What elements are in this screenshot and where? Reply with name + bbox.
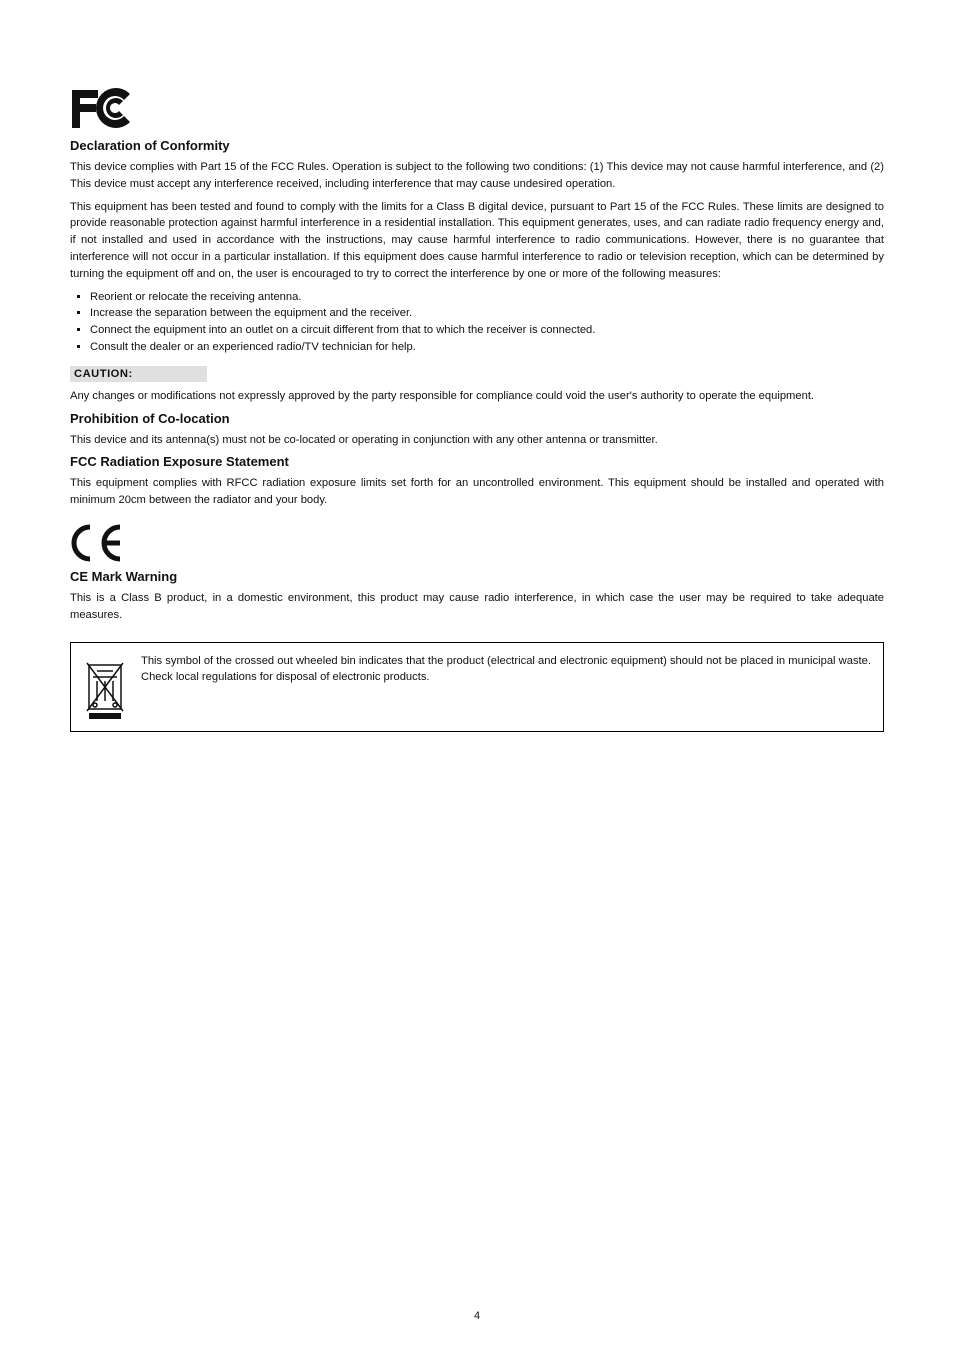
fcc-declaration-title: Declaration of Conformity [70, 138, 884, 153]
weee-notice-box: This symbol of the crossed out wheeled b… [70, 642, 884, 732]
page-number: 4 [0, 1310, 954, 1322]
list-item: Connect the equipment into an outlet on … [90, 322, 884, 339]
fcc-logo-icon [70, 84, 884, 132]
fcc-paragraph-1: This device complies with Part 15 of the… [70, 159, 884, 193]
prohibition-text: This device and its antenna(s) must not … [70, 432, 884, 449]
fcc-paragraph-2: This equipment has been tested and found… [70, 199, 884, 283]
weee-text: This symbol of the crossed out wheeled b… [141, 653, 871, 687]
ce-logo-icon [70, 523, 884, 563]
caution-text: Any changes or modifications not express… [70, 388, 884, 405]
exposure-title: FCC Radiation Exposure Statement [70, 454, 884, 469]
ce-title: CE Mark Warning [70, 569, 884, 584]
prohibition-title: Prohibition of Co-location [70, 411, 884, 426]
caution-label: CAUTION: [70, 366, 207, 382]
document-page: Declaration of Conformity This device co… [0, 0, 954, 1350]
fcc-measures-list: Reorient or relocate the receiving anten… [70, 289, 884, 356]
list-item: Reorient or relocate the receiving anten… [90, 289, 884, 306]
exposure-text: This equipment complies with RFCC radiat… [70, 475, 884, 509]
list-item: Consult the dealer or an experienced rad… [90, 339, 884, 356]
list-item: Increase the separation between the equi… [90, 305, 884, 322]
ce-text: This is a Class B product, in a domestic… [70, 590, 884, 624]
weee-bin-icon [83, 659, 127, 721]
